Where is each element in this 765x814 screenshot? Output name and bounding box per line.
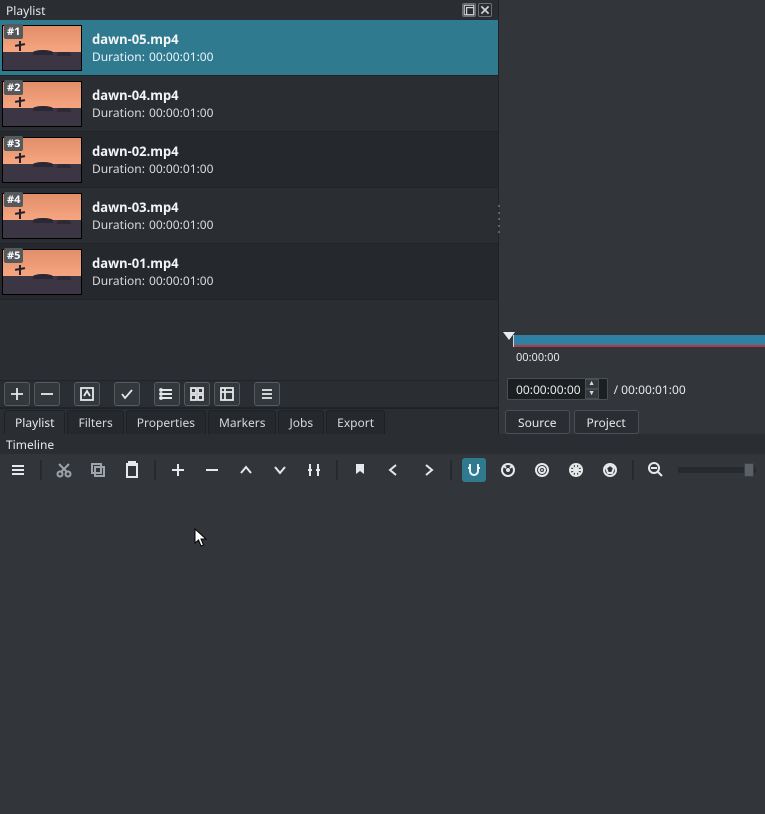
detach-panel-icon[interactable] bbox=[462, 3, 476, 17]
prev-marker-button[interactable] bbox=[382, 458, 406, 482]
lift-button[interactable] bbox=[234, 458, 258, 482]
playlist-index-badge: #3 bbox=[4, 136, 23, 151]
tab-label: Markers bbox=[219, 414, 265, 431]
preview-controls: 00:00:00:00 ▲ ▼ / 00:00:01:00 bbox=[499, 372, 765, 406]
tab-export[interactable]: Export bbox=[326, 410, 385, 434]
paste-button[interactable] bbox=[120, 458, 144, 482]
preview-scrubber[interactable]: 00:00:00 bbox=[499, 332, 765, 372]
duration-value: 00:00:01:00 bbox=[149, 216, 214, 233]
playlist-header: Playlist bbox=[0, 0, 498, 20]
scrub-audio-button[interactable] bbox=[496, 458, 520, 482]
view-details-button[interactable] bbox=[214, 382, 240, 406]
playlist-item-name: dawn-04.mp4 bbox=[92, 86, 214, 104]
playlist-items: #1 dawn-05.mp4 Duration: 00:00:01:00 #2 bbox=[0, 20, 498, 380]
ripple-markers-button[interactable] bbox=[598, 458, 622, 482]
playlist-item-name: dawn-02.mp4 bbox=[92, 142, 214, 160]
timecode-spin-down[interactable]: ▼ bbox=[585, 389, 599, 399]
tab-label: Export bbox=[337, 414, 374, 431]
timecode-total: / 00:00:01:00 bbox=[614, 381, 686, 398]
duration-label: Duration: bbox=[92, 104, 145, 121]
duration-value: 00:00:01:00 bbox=[149, 48, 214, 65]
timecode-current-value: 00:00:00:00 bbox=[516, 381, 581, 398]
scrubber-track[interactable] bbox=[513, 335, 765, 347]
timecode-current[interactable]: 00:00:00:00 ▲ ▼ bbox=[507, 378, 608, 400]
tab-playlist[interactable]: Playlist bbox=[4, 410, 65, 434]
zoom-slider[interactable] bbox=[678, 467, 756, 473]
scrubber-tick bbox=[513, 335, 514, 347]
playlist-item[interactable]: #5 dawn-01.mp4 Duration: 00:00:01:00 bbox=[0, 244, 498, 300]
playlist-item[interactable]: #2 dawn-04.mp4 Duration: 00:00:01:00 bbox=[0, 76, 498, 132]
snap-button[interactable] bbox=[462, 458, 486, 482]
timeline-toolbar bbox=[0, 454, 765, 486]
duration-value: 00:00:01:00 bbox=[149, 272, 214, 289]
tab-project[interactable]: Project bbox=[574, 410, 639, 434]
view-tiles-button[interactable] bbox=[184, 382, 210, 406]
preview-panel: 00:00:00 00:00:00:00 ▲ ▼ / 00:00:01:00 S… bbox=[499, 0, 765, 434]
playlist-toolbar bbox=[0, 380, 498, 408]
check-button[interactable] bbox=[114, 382, 140, 406]
tab-label: Filters bbox=[78, 414, 112, 431]
duration-label: Duration: bbox=[92, 48, 145, 65]
playlist-panel: Playlist #1 dawn-05.mp4 Duration: bbox=[0, 0, 499, 434]
playlist-item[interactable]: #3 dawn-02.mp4 Duration: 00:00:01:00 bbox=[0, 132, 498, 188]
close-panel-icon[interactable] bbox=[478, 3, 492, 17]
timeline-menu-button[interactable] bbox=[6, 458, 30, 482]
zoom-slider-knob[interactable] bbox=[744, 463, 754, 477]
tab-label: Properties bbox=[137, 414, 195, 431]
duration-label: Duration: bbox=[92, 216, 145, 233]
add-button[interactable] bbox=[4, 382, 30, 406]
tab-jobs[interactable]: Jobs bbox=[278, 410, 324, 434]
copy-button[interactable] bbox=[86, 458, 110, 482]
zoom-out-button[interactable] bbox=[644, 458, 668, 482]
playlist-item-name: dawn-03.mp4 bbox=[92, 198, 214, 216]
tab-label: Project bbox=[587, 414, 626, 431]
playlist-index-badge: #1 bbox=[4, 24, 23, 39]
tab-source[interactable]: Source bbox=[505, 410, 570, 434]
tab-filters[interactable]: Filters bbox=[67, 410, 123, 434]
playlist-item[interactable]: #4 dawn-03.mp4 Duration: 00:00:01:00 bbox=[0, 188, 498, 244]
duration-label: Duration: bbox=[92, 272, 145, 289]
marker-button[interactable] bbox=[348, 458, 372, 482]
playlist-index-badge: #2 bbox=[4, 80, 23, 95]
update-button[interactable] bbox=[74, 382, 100, 406]
overwrite-button[interactable] bbox=[268, 458, 292, 482]
mouse-cursor-icon bbox=[194, 528, 208, 548]
cut-button[interactable] bbox=[52, 458, 76, 482]
append-button[interactable] bbox=[166, 458, 190, 482]
remove-clip-button[interactable] bbox=[200, 458, 224, 482]
app-tabs: Playlist Filters Properties Markers Jobs… bbox=[0, 408, 498, 434]
duration-value: 00:00:01:00 bbox=[149, 104, 214, 121]
timeline-header: Timeline bbox=[0, 434, 765, 454]
duration-label: Duration: bbox=[92, 160, 145, 177]
playlist-item-name: dawn-05.mp4 bbox=[92, 30, 214, 48]
tab-label: Playlist bbox=[15, 414, 54, 431]
duration-value: 00:00:01:00 bbox=[149, 160, 214, 177]
playlist-item[interactable]: #1 dawn-05.mp4 Duration: 00:00:01:00 bbox=[0, 20, 498, 76]
next-marker-button[interactable] bbox=[416, 458, 440, 482]
preview-canvas[interactable] bbox=[499, 0, 765, 332]
ripple-all-button[interactable] bbox=[564, 458, 588, 482]
tab-label: Jobs bbox=[289, 414, 313, 431]
playlist-index-badge: #4 bbox=[4, 192, 23, 207]
playlist-title: Playlist bbox=[6, 2, 460, 19]
remove-button[interactable] bbox=[34, 382, 60, 406]
tab-markers[interactable]: Markers bbox=[208, 410, 276, 434]
menu-button[interactable] bbox=[254, 382, 280, 406]
split-button[interactable] bbox=[302, 458, 326, 482]
ripple-button[interactable] bbox=[530, 458, 554, 482]
preview-splitter-handle[interactable] bbox=[496, 205, 501, 233]
playlist-index-badge: #5 bbox=[4, 248, 23, 263]
timeline-title: Timeline bbox=[6, 436, 54, 453]
tab-properties[interactable]: Properties bbox=[126, 410, 206, 434]
timeline-canvas[interactable] bbox=[0, 486, 765, 814]
scrubber-time: 00:00:00 bbox=[516, 350, 560, 365]
preview-tabs: Source Project bbox=[499, 406, 765, 434]
playlist-item-name: dawn-01.mp4 bbox=[92, 254, 214, 272]
timecode-spin-up[interactable]: ▲ bbox=[585, 379, 599, 389]
timeline-panel: Timeline bbox=[0, 434, 765, 814]
view-list-button[interactable] bbox=[154, 382, 180, 406]
tab-label: Source bbox=[518, 414, 557, 431]
